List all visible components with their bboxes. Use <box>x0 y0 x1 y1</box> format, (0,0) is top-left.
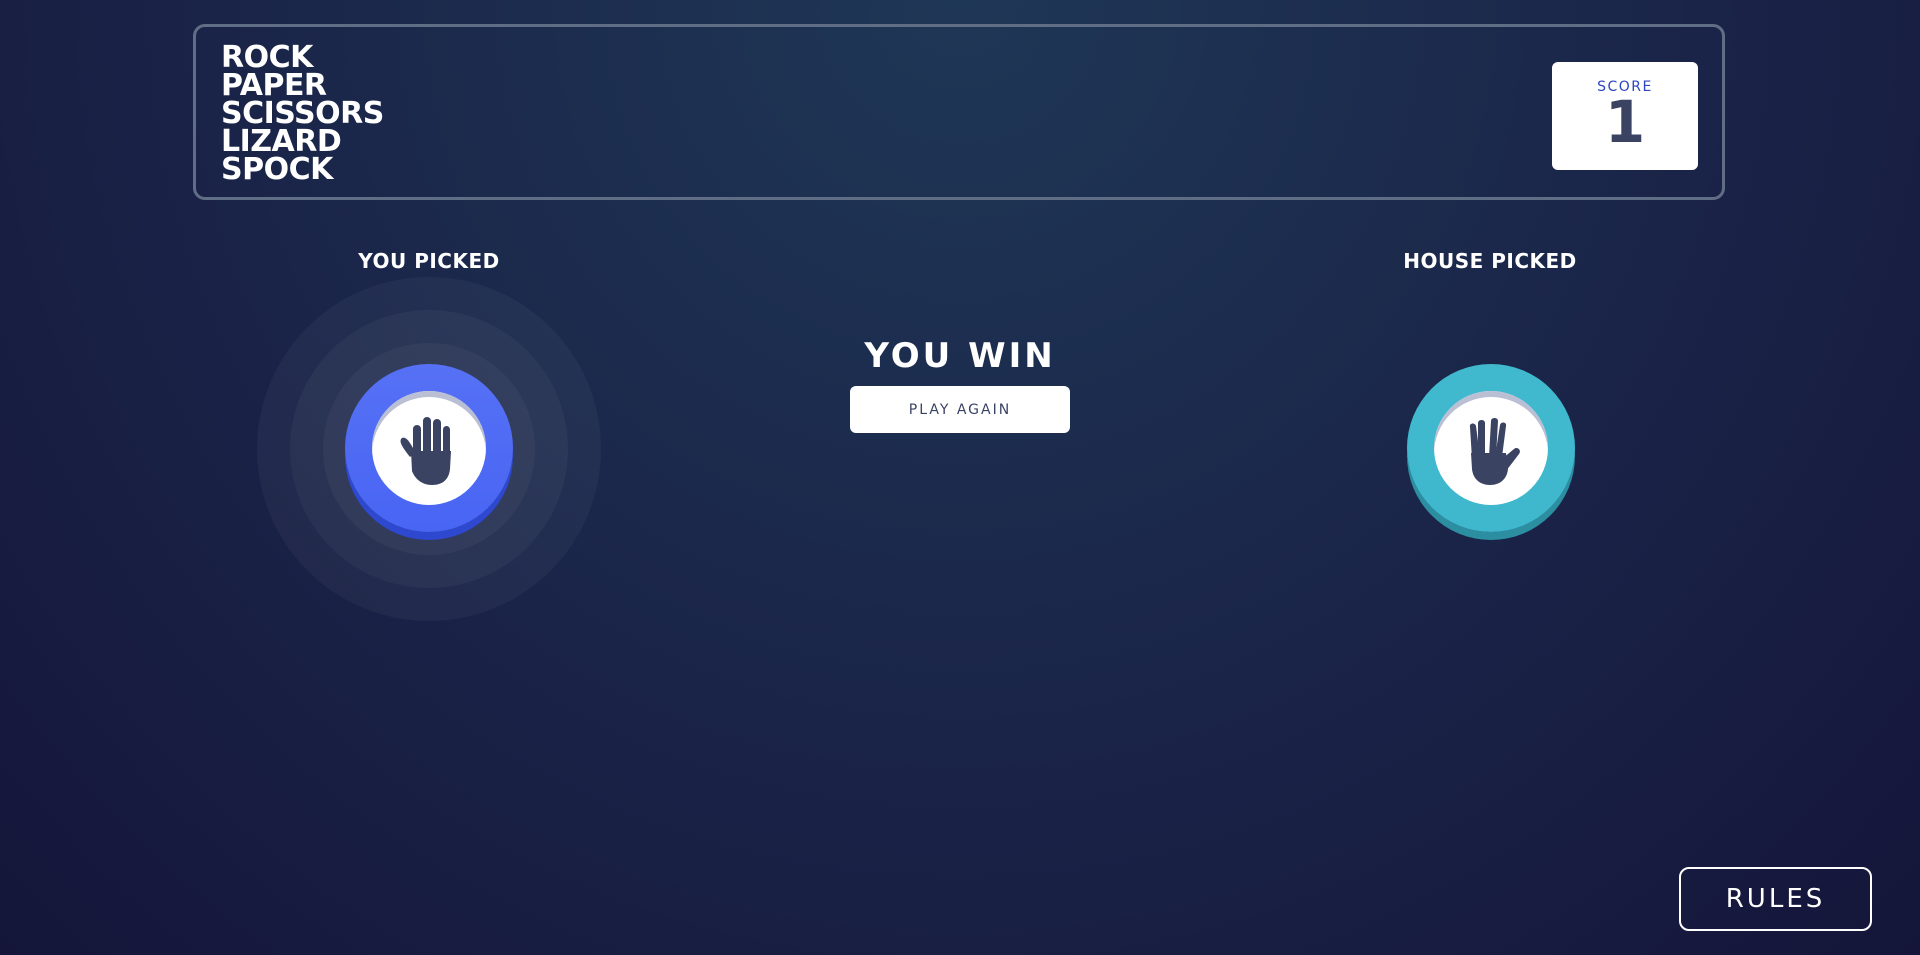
you-picked-label: YOU PICKED <box>358 249 500 273</box>
score-header: ROCK PAPER SCISSORS LIZARD SPOCK SCORE 1 <box>193 24 1725 200</box>
paper-hand-icon <box>400 417 451 485</box>
house-picked-label: HOUSE PICKED <box>1403 249 1577 273</box>
score-card: SCORE 1 <box>1552 62 1698 170</box>
house-choice-spock-token <box>1407 364 1575 532</box>
spock-hand-icon <box>1469 418 1520 485</box>
score-value: 1 <box>1604 88 1646 156</box>
rules-button[interactable]: RULES <box>1679 867 1872 931</box>
play-again-button[interactable]: PLAY AGAIN <box>850 386 1070 433</box>
player-choice-paper-token <box>345 364 513 532</box>
house-token-face <box>1434 391 1548 505</box>
player-token-face <box>372 391 486 505</box>
result-text: YOU WIN <box>864 336 1056 376</box>
game-title: ROCK PAPER SCISSORS LIZARD SPOCK <box>221 43 384 187</box>
title-line-spock: SPOCK <box>221 152 333 187</box>
result-panel: YOU WIN PLAY AGAIN <box>850 330 1070 433</box>
